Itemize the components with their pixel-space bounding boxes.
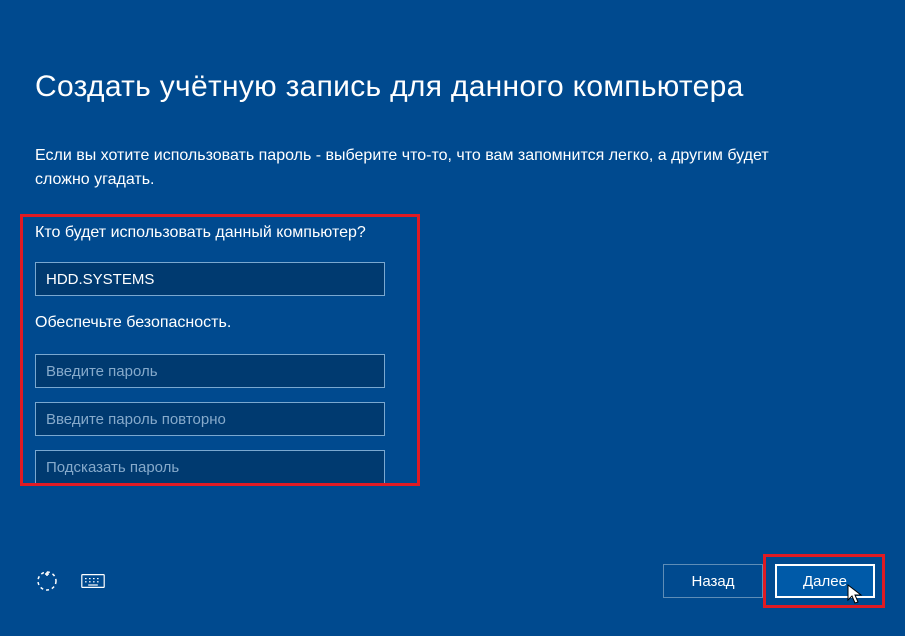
- next-button[interactable]: Далее: [775, 564, 875, 598]
- username-input[interactable]: [35, 262, 385, 296]
- password-hint-input[interactable]: [35, 450, 385, 484]
- who-prompt: Кто будет использовать данный компьютер?: [35, 224, 870, 242]
- bottom-icons: [35, 569, 105, 593]
- bottom-bar: Назад Далее: [35, 564, 875, 598]
- nav-buttons: Назад Далее: [663, 564, 875, 598]
- password-repeat-input[interactable]: [35, 402, 385, 436]
- page-title: Создать учётную запись для данного компь…: [35, 70, 870, 104]
- keyboard-icon[interactable]: [81, 569, 105, 593]
- account-form: Кто будет использовать данный компьютер?…: [35, 224, 870, 484]
- security-prompt: Обеспечьте безопасность.: [35, 314, 870, 332]
- form-highlight-box: [20, 214, 420, 486]
- password-input[interactable]: [35, 354, 385, 388]
- ease-of-access-icon[interactable]: [35, 569, 59, 593]
- back-button[interactable]: Назад: [663, 564, 763, 598]
- page-description: Если вы хотите использовать пароль - выб…: [35, 144, 825, 192]
